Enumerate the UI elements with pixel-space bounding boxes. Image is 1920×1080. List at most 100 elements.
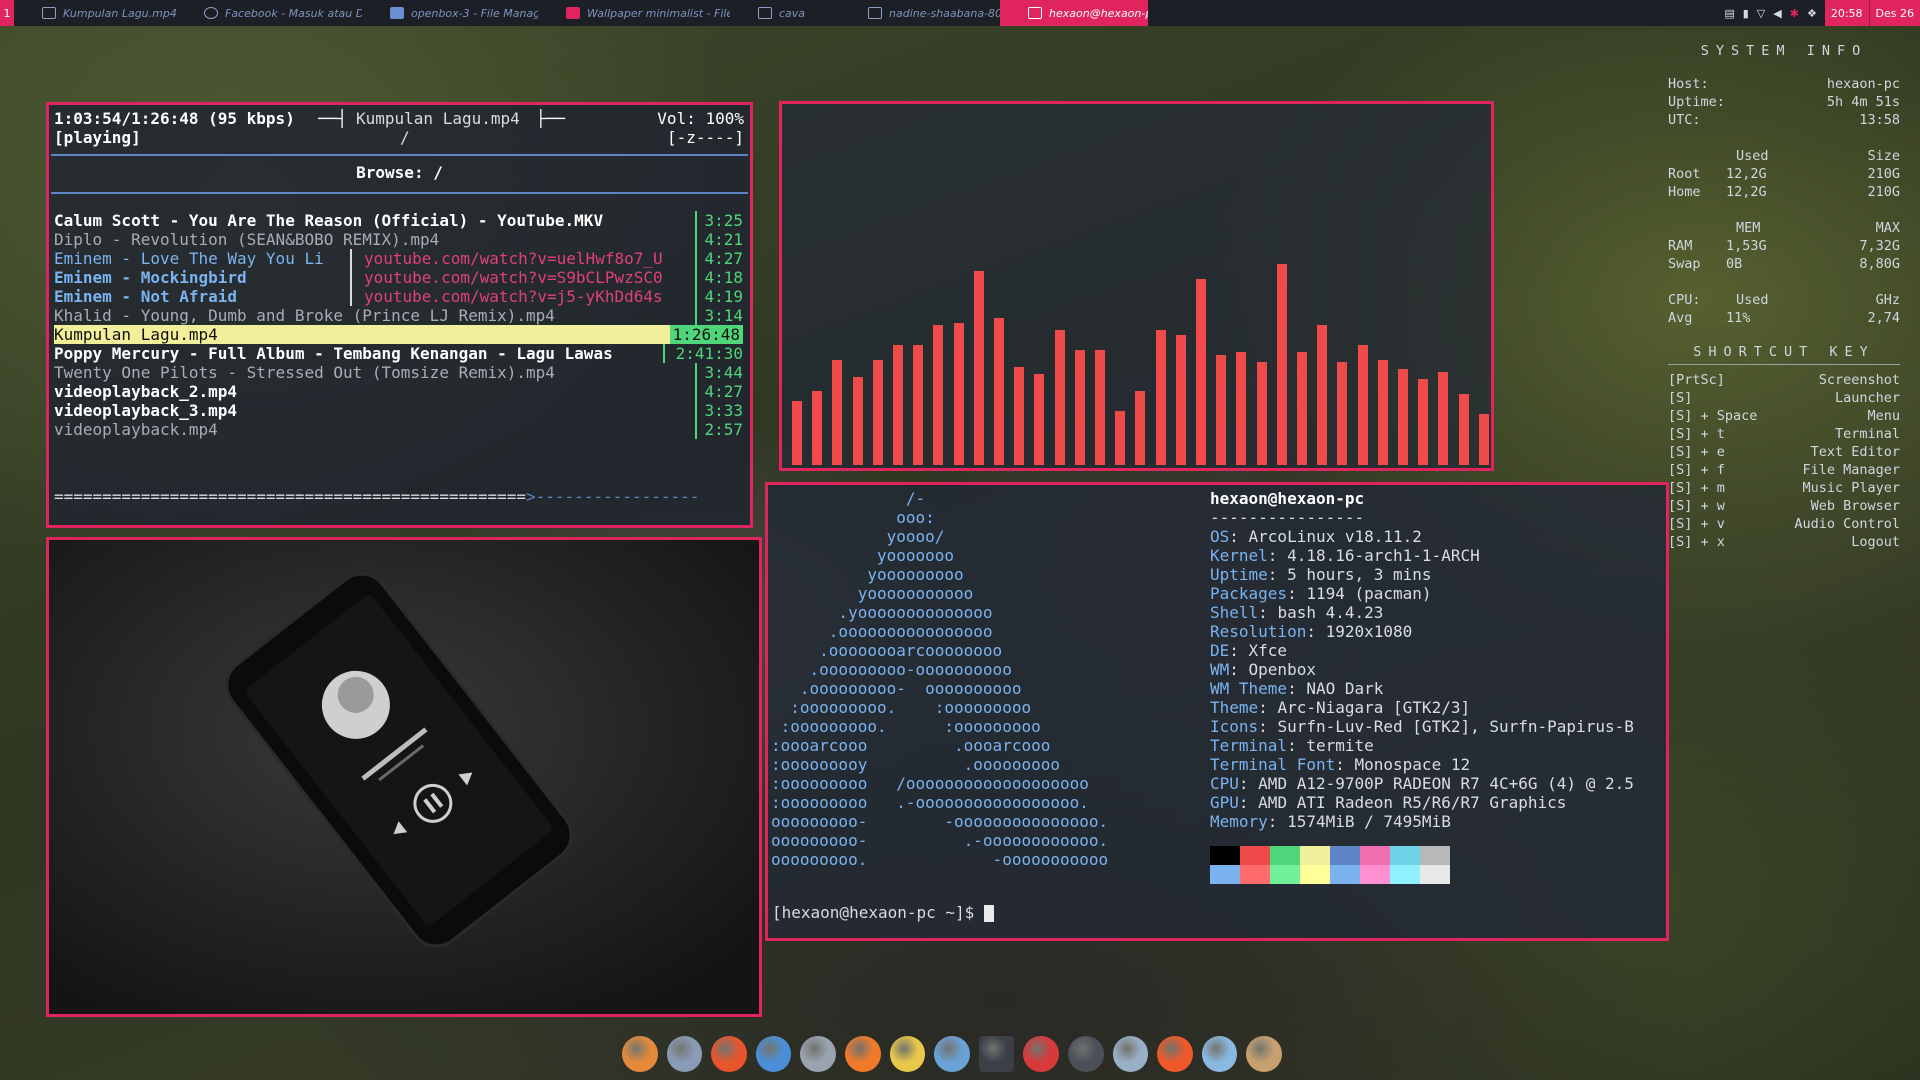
info-line: Uptime: 5 hours, 3 mins	[1210, 565, 1432, 584]
task-label: openbox-3 - File Manager	[411, 6, 538, 20]
info-key: Memory	[1210, 812, 1268, 831]
task-6[interactable]: hexaon@hexaon-pc:~	[1000, 0, 1148, 26]
search-icon[interactable]	[1246, 1036, 1282, 1072]
swap-used: 0B	[1726, 256, 1743, 272]
task-5[interactable]: nadine-shaabana-804126...	[840, 0, 1000, 26]
task-label: Facebook - Masuk atau D...	[225, 6, 362, 20]
cpu-ghz-header: GHz	[1875, 292, 1900, 308]
track-duration: 4:27	[704, 249, 743, 268]
folder-icon	[390, 7, 404, 19]
browse-path: Browse: /	[356, 163, 443, 182]
task-1[interactable]: Facebook - Masuk atau D...	[176, 0, 362, 26]
volume-icon[interactable]: ◀	[1773, 7, 1781, 20]
color-swatch	[1270, 865, 1300, 884]
playlist-row[interactable]: videoplayback_2.mp4 4:27	[54, 382, 743, 401]
skype-icon[interactable]	[1067, 1036, 1104, 1072]
utc-label: UTC:	[1668, 112, 1701, 128]
track-title: videoplayback_3.mp4	[54, 401, 238, 420]
visualizer-bar	[1458, 394, 1469, 465]
task-4[interactable]: cava	[730, 0, 840, 26]
progress-elapsed: ========================================…	[54, 487, 527, 506]
files-icon[interactable]	[934, 1036, 970, 1072]
progress-bar[interactable]: ========================================…	[54, 487, 743, 506]
playlist-row[interactable]: videoplayback.mp4 2:57	[54, 420, 743, 439]
playlist-row[interactable]: Eminem - Not Afraid youtube.com/watch?v=j…	[54, 287, 743, 306]
shortcut-key: [S] + m	[1668, 480, 1725, 496]
presentation-icon[interactable]	[1023, 1036, 1059, 1072]
shortcut-row: [S] + x Logout	[1668, 533, 1900, 551]
visualizer-bar	[1377, 360, 1388, 465]
info-line: Terminal: termite	[1210, 736, 1374, 755]
divider	[1668, 364, 1900, 365]
playlist-row[interactable]: videoplayback_3.mp4 3:33	[54, 401, 743, 420]
info-key: GPU	[1210, 793, 1239, 812]
firefox-icon[interactable]	[844, 1036, 881, 1072]
battery-icon[interactable]: ▮	[1743, 7, 1749, 20]
clipboard-icon[interactable]: ▤	[1724, 7, 1734, 20]
task-2[interactable]: openbox-3 - File Manager	[362, 0, 538, 26]
installer-icon[interactable]	[1201, 1036, 1238, 1072]
color-swatch	[1420, 865, 1450, 884]
visualizer-bar	[872, 360, 883, 465]
atom-icon[interactable]	[1112, 1036, 1149, 1072]
info-value: Monospace 12	[1354, 755, 1471, 774]
shortcut-list: [PrtSc] Screenshot [S] Launcher [S] + Space M…	[1668, 371, 1900, 551]
shortcut-key: [S] + e	[1668, 444, 1725, 460]
track-url: youtube.com/watch?v=S9bCLPwzSC0	[364, 268, 663, 287]
music-player-window[interactable]: 1:03:54/1:26:48 (95 kbps) ──┤ Kumpulan L…	[46, 102, 753, 528]
avg-used: 11%	[1726, 310, 1751, 326]
playlist-row[interactable]: Twenty One Pilots - Stressed Out (Tomsiz…	[54, 363, 743, 382]
task-3[interactable]: Wallpaper minimalist - File ...	[538, 0, 730, 26]
workspace-indicator[interactable]: 1	[0, 0, 14, 26]
gimp-icon[interactable]	[622, 1036, 658, 1072]
task-0[interactable]: Kumpulan Lagu.mp4	[14, 0, 176, 26]
home-size: 210G	[1867, 184, 1900, 200]
shortcut-action: Screenshot	[1818, 372, 1900, 388]
playlist-row[interactable]: Poppy Mercury - Full Album - Tembang Ken…	[54, 344, 743, 363]
audio-visualizer-window[interactable]	[779, 101, 1494, 471]
root-size: 210G	[1867, 166, 1900, 182]
color-swatch	[1240, 846, 1270, 865]
date[interactable]: Des 26	[1868, 0, 1920, 26]
playlist-row[interactable]: Kumpulan Lagu.mp4 1:26:48	[54, 325, 743, 344]
column-divider	[350, 268, 352, 287]
chrome-icon[interactable]	[800, 1036, 836, 1072]
visualizer-bar	[893, 345, 903, 465]
terminal-icon[interactable]	[978, 1036, 1015, 1072]
visualizer-bar	[1054, 330, 1065, 465]
visualizer-bar	[1418, 379, 1429, 465]
info-line: Memory: 1574MiB / 7495MiB	[1210, 812, 1451, 831]
info-key: Terminal Font	[1210, 755, 1336, 774]
photos-icon[interactable]	[889, 1036, 926, 1072]
geany-icon[interactable]	[755, 1036, 792, 1072]
current-dir: /	[400, 128, 410, 147]
clock[interactable]: 20:58	[1824, 0, 1869, 26]
task-label: nadine-shaabana-804126...	[889, 6, 1000, 20]
color-swatch	[1420, 846, 1450, 865]
duration-divider	[695, 420, 697, 439]
inkscape-icon[interactable]	[666, 1036, 703, 1072]
info-line: WM: Openbox	[1210, 660, 1316, 679]
uptime-value: 5h 4m 51s	[1826, 94, 1900, 110]
sublime-spiral-icon[interactable]	[711, 1036, 747, 1072]
terminal-window[interactable]: /- ooo: yoooo/ yooooooo yooooooooo yoooo…	[765, 482, 1669, 941]
shell-prompt[interactable]: [hexaon@hexaon-pc ~]$	[772, 903, 994, 922]
visualizer-bar	[1175, 335, 1186, 465]
playlist-row[interactable]: Diplo - Revolution (SEAN&BOBO REMIX).mp4…	[54, 230, 743, 249]
chrome-icon	[204, 7, 218, 19]
settings-icon[interactable]: ✱	[1790, 7, 1799, 20]
color-swatch	[1270, 846, 1300, 865]
wifi-icon[interactable]: ▽	[1757, 7, 1765, 20]
playlist-row[interactable]: Eminem - Love The Way You Li youtube.com/…	[54, 249, 743, 268]
image-viewer-window[interactable]	[46, 537, 762, 1017]
burn-icon[interactable]	[1157, 1036, 1193, 1072]
playlist-row[interactable]: Eminem - Mockingbird youtube.com/watch?v=…	[54, 268, 743, 287]
task-label: cava	[779, 6, 806, 20]
playlist-row[interactable]: Calum Scott - You Are The Reason (Offici…	[54, 211, 743, 230]
info-line: Packages: 1194 (pacman)	[1210, 584, 1432, 603]
playlist-row[interactable]: Khalid - Young, Dumb and Broke (Prince L…	[54, 306, 743, 325]
dropbox-icon[interactable]: ❖	[1807, 7, 1817, 20]
duration-divider	[695, 230, 697, 249]
info-line: WM Theme: NAO Dark	[1210, 679, 1384, 698]
shortcut-action: Logout	[1851, 534, 1900, 550]
